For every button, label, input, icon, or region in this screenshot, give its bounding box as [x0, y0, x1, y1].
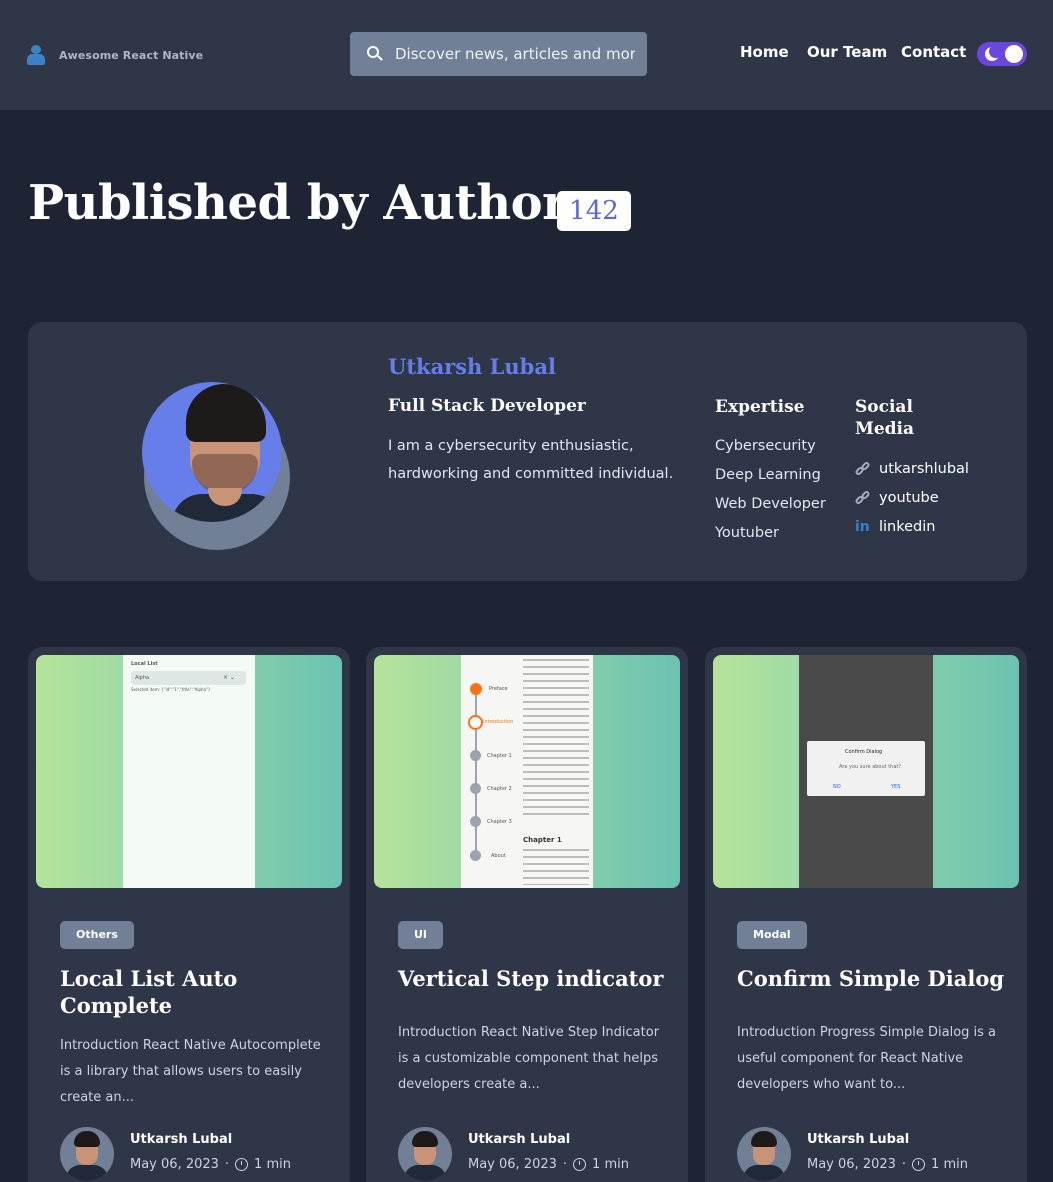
author-avatar [142, 358, 292, 550]
top-navbar: Awesome React Native Home Our Team Conta… [0, 0, 1053, 110]
developer-logo-icon [27, 45, 45, 65]
page-title: Published by Author [28, 175, 567, 231]
post-card[interactable]: Preface Introduction Chapter 1 Chapter 2… [366, 647, 688, 1182]
author-bio: I am a cybersecurity enthusiastic, hardw… [388, 438, 674, 482]
post-author-name[interactable]: Utkarsh Lubal [807, 1132, 909, 1147]
expertise-item: Web Developer [715, 496, 826, 512]
social-link-linkedin[interactable]: in linkedin [855, 512, 969, 541]
search-input[interactable] [395, 45, 635, 63]
dialog-screenshot: Confirm Dialog Are you sure about that? … [799, 655, 933, 888]
author-role: Full Stack Developer [388, 396, 586, 416]
social-link-label[interactable]: youtube [879, 490, 939, 506]
nav-contact-link[interactable]: Contact [901, 43, 966, 61]
read-time: 1 min [931, 1157, 968, 1172]
clock-icon [235, 1158, 249, 1171]
expertise-item: Youtuber [715, 525, 779, 541]
post-thumbnail[interactable]: Confirm Dialog Are you sure about that? … [713, 655, 1019, 888]
read-time: 1 min [592, 1157, 629, 1172]
avatar [737, 1127, 791, 1181]
post-meta: May 06, 2023 · 1 min [807, 1157, 968, 1172]
category-tag[interactable]: Others [60, 921, 134, 949]
nav-home-link[interactable]: Home [740, 43, 789, 61]
post-author-name[interactable]: Utkarsh Lubal [130, 1132, 232, 1147]
toggle-knob [1005, 45, 1023, 63]
brand-name: Awesome React Native [59, 48, 204, 62]
post-title[interactable]: Vertical Step indicator [398, 965, 668, 992]
post-date: May 06, 2023 [807, 1157, 896, 1172]
link-icon [854, 460, 871, 477]
post-card[interactable]: Confirm Dialog Are you sure about that? … [705, 647, 1027, 1182]
search-icon [367, 46, 383, 62]
expertise-item: Deep Learning [715, 467, 821, 483]
post-title[interactable]: Confirm Simple Dialog [737, 965, 1007, 992]
social-links: utkarshlubal youtube in linkedin [854, 454, 969, 541]
post-excerpt: Introduction React Native Autocomplete i… [60, 1038, 321, 1105]
nav-home[interactable]: Home [740, 43, 789, 61]
author-card: Utkarsh Lubal Full Stack Developer I am … [28, 322, 1027, 581]
social-media-heading: Social Media [855, 397, 914, 439]
social-link-youtube[interactable]: youtube [854, 483, 969, 512]
post-title[interactable]: Local List Auto Complete [60, 965, 330, 1019]
post-date: May 06, 2023 [130, 1157, 219, 1172]
post-count-badge: 142 [557, 191, 631, 231]
social-link-label[interactable]: linkedin [879, 519, 935, 535]
post-thumbnail[interactable]: Preface Introduction Chapter 1 Chapter 2… [374, 655, 680, 888]
nav-our-team[interactable]: Our Team [807, 43, 887, 61]
post-date: May 06, 2023 [468, 1157, 557, 1172]
search-box[interactable] [350, 32, 647, 76]
nav-our-team-link[interactable]: Our Team [807, 43, 887, 61]
social-link-utkarshlubal[interactable]: utkarshlubal [854, 454, 969, 483]
expertise-heading: Expertise [715, 397, 805, 417]
category-tag[interactable]: UI [398, 921, 444, 949]
clock-icon [573, 1158, 587, 1171]
post-excerpt: Introduction Progress Simple Dialog is a… [737, 1025, 997, 1092]
expertise-list: Cybersecurity Deep Learning Web Develope… [715, 432, 826, 548]
avatar [398, 1127, 452, 1181]
author-name: Utkarsh Lubal [388, 354, 556, 379]
read-time: 1 min [254, 1157, 291, 1172]
step-indicator-screenshot: Preface Introduction Chapter 1 Chapter 2… [461, 655, 593, 888]
post-thumbnail[interactable]: Local List Alpha × ⌄ Selected item: {"id… [36, 655, 342, 888]
post-excerpt: Introduction React Native Step Indicator… [398, 1025, 660, 1092]
nav-contact[interactable]: Contact [901, 43, 966, 61]
link-icon [854, 489, 871, 506]
social-link-label[interactable]: utkarshlubal [879, 461, 969, 477]
avatar [60, 1127, 114, 1181]
brand-link[interactable]: Awesome React Native [27, 45, 203, 65]
post-meta: May 06, 2023 · 1 min [468, 1157, 629, 1172]
expertise-item: Cybersecurity [715, 438, 816, 454]
post-card[interactable]: Local List Alpha × ⌄ Selected item: {"id… [28, 647, 350, 1182]
linkedin-icon: in [855, 518, 870, 535]
clock-icon [912, 1158, 926, 1171]
post-author-name[interactable]: Utkarsh Lubal [468, 1132, 570, 1147]
autocomplete-screenshot: Local List Alpha × ⌄ Selected item: {"id… [123, 655, 255, 888]
theme-toggle[interactable] [977, 42, 1027, 66]
category-tag[interactable]: Modal [737, 921, 807, 949]
post-meta: May 06, 2023 · 1 min [130, 1157, 291, 1172]
